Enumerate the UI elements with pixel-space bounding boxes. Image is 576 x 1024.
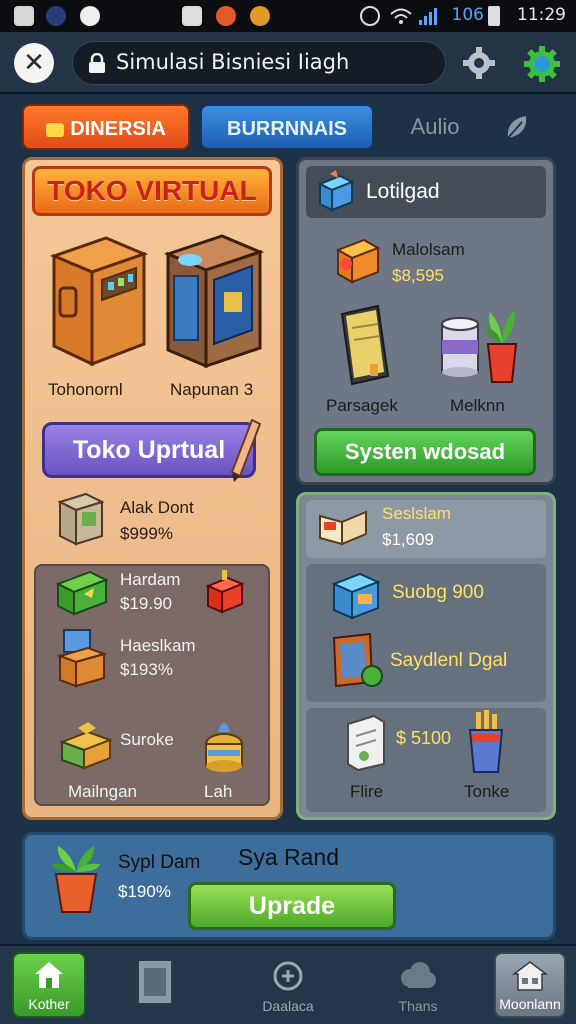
green-box-icon[interactable]	[54, 566, 108, 618]
potted-plant-icon	[50, 842, 102, 914]
item-name: Seslslam	[382, 504, 451, 523]
item-name: Suroke	[120, 730, 174, 749]
upgrade-button[interactable]: Uprade	[188, 882, 396, 930]
notebook-icon[interactable]	[338, 304, 392, 386]
list-item-price: $19.90	[120, 594, 172, 613]
lamp-icon[interactable]	[202, 714, 246, 778]
nav-label: Kother	[28, 996, 70, 1012]
wooden-cabinet-icon[interactable]	[44, 228, 148, 368]
nav-label: Thans	[398, 998, 438, 1014]
cash-register-icon[interactable]	[56, 490, 104, 548]
clock: 11:29	[517, 5, 566, 25]
tab-label: DINERSIA	[70, 118, 166, 140]
featured-name: Alak Dont	[120, 498, 194, 517]
lock-icon	[88, 53, 106, 73]
coin-box-icon[interactable]	[332, 234, 382, 286]
game-notification-icon	[216, 6, 236, 26]
panel-title: Lotilgad	[366, 180, 440, 203]
item-name: Sypl Dam	[118, 852, 201, 873]
item-label: Tohonornl	[48, 380, 123, 399]
green-gear-icon[interactable]	[522, 44, 562, 84]
list-item-name: Hardam	[120, 570, 181, 589]
wifi-icon	[390, 6, 412, 26]
upgrade-label: Saydlenl Dgal	[390, 650, 508, 671]
nav-home[interactable]: Kother	[12, 952, 86, 1018]
item-label: Flire	[350, 782, 384, 801]
blue-box-icon[interactable]	[330, 570, 382, 622]
featured-price: $999%	[120, 524, 173, 543]
item-label: Parsagek	[326, 396, 398, 415]
fries-icon[interactable]	[464, 710, 508, 776]
nav-inventory[interactable]	[126, 952, 186, 1018]
tab-aulio[interactable]: Aulio	[392, 104, 478, 150]
nav-thans[interactable]: Thans	[378, 952, 458, 1018]
alarm-icon	[360, 6, 380, 26]
signal-strength-text: 106	[451, 5, 484, 25]
toko-uprtual-button[interactable]: Toko Uprtual	[42, 422, 256, 478]
item-price: $190%	[118, 882, 171, 901]
url-text: Simulasi Bisniesi Iiagh	[116, 50, 350, 74]
system-button[interactable]: Systen wdosad	[314, 428, 536, 476]
item-price: $ 5100	[396, 728, 452, 748]
tab-burrnnais[interactable]: BURRNNAIS	[200, 104, 374, 150]
item-label: Napunan 3	[170, 380, 254, 399]
settings-gear-icon[interactable]	[460, 44, 498, 82]
package-icon	[316, 170, 356, 214]
sandwich-box-icon[interactable]	[58, 718, 114, 774]
signal-icon	[418, 6, 440, 26]
item-label: Tonke	[464, 782, 510, 801]
framed-picture-icon[interactable]	[330, 632, 386, 690]
upgrade-label: Suobg 900	[392, 582, 484, 603]
tab-dinersia[interactable]: DINERSIA	[22, 104, 190, 150]
item-name: Malolsam	[392, 240, 465, 259]
list-item-name: Haeslkam	[120, 636, 196, 655]
item-price: $8,595	[392, 266, 444, 285]
red-gift-box-icon[interactable]	[204, 570, 246, 616]
app-notification-icon	[46, 6, 66, 26]
shop-stall-icon[interactable]	[56, 628, 108, 688]
panel-title: Sya Rand	[238, 844, 340, 870]
battery-icon	[488, 6, 500, 26]
can-icon[interactable]	[438, 316, 482, 378]
coin-notification-icon	[250, 6, 270, 26]
potted-plant-icon[interactable]	[482, 308, 522, 386]
nav-label: Moonlann	[499, 996, 561, 1012]
document-icon[interactable]	[344, 714, 388, 772]
open-book-icon	[316, 506, 370, 548]
button-label: Toko Uprtual	[72, 436, 226, 464]
message-notification-icon	[182, 6, 202, 26]
crown-icon	[46, 122, 65, 137]
item-label: Melknn	[450, 396, 505, 415]
vending-machine-icon[interactable]	[162, 230, 266, 370]
nav-moonlann[interactable]: Moonlann	[494, 952, 566, 1018]
nav-database[interactable]: Daalaca	[248, 952, 328, 1018]
item-label: Mailngan	[68, 782, 137, 801]
alert-notification-icon	[80, 6, 100, 26]
list-item-price: $193%	[120, 660, 173, 679]
shop-title: TOKO VIRTUAL	[32, 166, 272, 216]
close-button[interactable]: ✕	[14, 43, 54, 83]
item-price: $1,609	[382, 530, 434, 549]
item-label: Lah	[204, 782, 233, 801]
image-notification-icon	[14, 6, 34, 26]
leaf-icon[interactable]	[500, 110, 534, 144]
upgrade-items	[306, 708, 546, 812]
pencil-icon	[228, 418, 262, 482]
nav-label: Daalaca	[262, 998, 314, 1014]
